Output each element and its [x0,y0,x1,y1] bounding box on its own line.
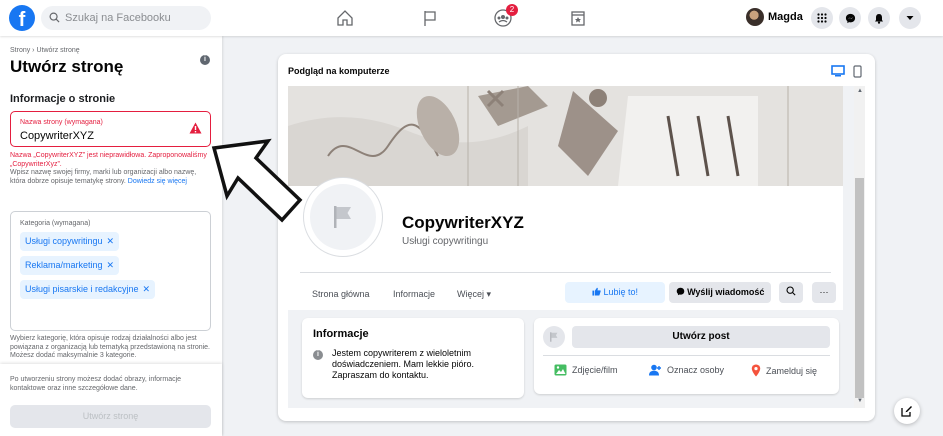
check-in-label: Zamelduj się [766,365,818,376]
top-bar: f 2 Magda [0,0,943,36]
category-chip-label: Reklama/marketing [25,260,103,270]
category-chip: Usługi pisarskie i redakcyjne ✕ [20,280,156,299]
desktop-preview: Podgląd na komputerze CopywriterXYZ Usłu… [278,54,875,421]
about-text: Jestem copywriterem z wieloletnim doświa… [332,348,475,380]
remove-chip-icon[interactable]: ✕ [107,260,115,270]
flag-placeholder-icon [550,332,558,342]
create-page-panel: Strony › Utwórz stronę Utwórz stronę i I… [0,36,222,436]
bell-icon [875,13,883,24]
search-icon [49,12,60,23]
tab-about[interactable]: Informacje [393,289,435,299]
photo-icon [554,364,567,376]
preview-label: Podgląd na komputerze [288,66,390,76]
about-card: Informacje i Jestem copywriterem z wielo… [302,318,524,398]
category-chip: Reklama/marketing ✕ [20,256,120,275]
check-in-button[interactable]: Zamelduj się [751,364,817,377]
category-chip-label: Usługi pisarskie i redakcyjne [25,284,139,294]
name-error-message: Nazwa „CopywriterXYZ” jest nieprawidłowa… [10,152,207,168]
create-page-button[interactable]: Utwórz stronę [10,405,211,428]
bottom-note: Po utworzeniu strony możesz dodać obrazy… [10,376,182,392]
page-name-field[interactable]: Nazwa strony (wymagana) CopywriterXYZ [10,111,211,147]
tag-people-label: Oznacz osoby [667,365,725,375]
scroll-up-icon[interactable]: ▲ [857,88,863,94]
name-help-text: Wpisz nazwę swojej firmy, marki lub orga… [10,169,210,186]
search-icon [786,286,796,296]
like-button[interactable]: Lubię to! [565,282,665,303]
groups-notification-badge: 2 [506,4,518,16]
send-message-label: Wyślij wiadomość [687,287,765,297]
category-label: Kategoria (wymagana) [20,220,91,227]
photo-video-button[interactable]: Zdjęcie/film [554,364,618,376]
category-chip: Usługi copywritingu ✕ [20,232,120,251]
info-icon: i [313,350,323,360]
cover-image [288,86,843,186]
messenger-icon [676,287,684,296]
tag-people-button[interactable]: Oznacz osoby [649,364,724,376]
messenger-button[interactable] [839,7,861,29]
bottom-action-area: Po utworzeniu strony możesz dodać obrazy… [0,364,222,436]
menu-button[interactable] [811,7,833,29]
scroll-down-icon[interactable]: ▼ [857,398,863,404]
scroll-thumb[interactable] [855,178,864,398]
page-title: Utwórz stronę [10,57,124,76]
preview-frame: CopywriterXYZ Usługi copywritingu Strona… [288,86,865,408]
more-options-button[interactable]: ··· [812,282,836,303]
grid-menu-icon [817,13,827,23]
preview-scrollbar[interactable]: ▲ ▼ [854,86,865,408]
caret-down-icon [906,16,914,20]
page-category: Usługi copywritingu [402,236,489,247]
annotation-arrow-icon [211,138,303,223]
avatar [746,8,764,26]
marketplace-icon[interactable] [568,8,588,28]
mobile-icon[interactable] [853,65,862,78]
compose-icon [901,406,912,417]
tab-more[interactable]: Więcej ▾ [457,289,491,300]
page-header-card: CopywriterXYZ Usługi copywritingu Strona… [288,178,843,310]
profile-name: Magda [768,11,803,23]
messenger-icon [845,13,855,23]
remove-chip-icon[interactable]: ✕ [143,284,151,294]
remove-chip-icon[interactable]: ✕ [107,236,115,246]
category-chip-label: Usługi copywritingu [25,236,103,246]
divider [300,272,831,273]
facebook-logo-icon[interactable]: f [9,5,35,31]
flag-placeholder-icon [334,206,351,228]
page-name: CopywriterXYZ [402,213,524,232]
new-message-button[interactable] [894,398,920,424]
desktop-icon[interactable] [831,65,845,77]
divider [543,355,830,356]
search-bar[interactable] [41,6,211,30]
learn-more-link[interactable]: Dowiedz się więcej [128,178,187,185]
search-page-button[interactable] [779,282,803,303]
search-input[interactable] [65,6,205,30]
warning-icon [189,122,202,134]
create-post-button[interactable]: Utwórz post [572,326,830,348]
page-avatar-small [543,326,565,348]
page-scrollbar[interactable] [933,36,943,436]
page-name-label: Nazwa strony (wymagana) [20,119,103,126]
account-dropdown-button[interactable] [899,7,921,29]
category-help-text: Wybierz kategorię, która opisuje rodzaj … [10,335,211,359]
category-field[interactable]: Kategoria (wymagana) Usługi copywritingu… [10,211,211,331]
about-heading: Informacje [313,328,369,340]
location-pin-icon [751,364,761,377]
page-name-input[interactable]: CopywriterXYZ [20,130,94,142]
cover-illustration [288,86,843,186]
notifications-button[interactable] [868,7,890,29]
send-message-button[interactable]: Wyślij wiadomość [669,282,771,303]
pages-flag-icon[interactable] [420,8,440,28]
like-button-label: Lubię to! [603,287,639,297]
thumbs-up-icon [592,287,601,296]
tag-people-icon [649,364,661,376]
home-icon[interactable] [335,8,355,28]
photo-video-label: Zdjęcie/film [572,365,618,375]
breadcrumb[interactable]: Strony › Utwórz stronę [10,47,80,54]
create-post-card: Utwórz post Zdjęcie/film Oznacz osoby Za… [534,318,839,394]
page-profile-picture[interactable] [304,178,382,256]
tab-home[interactable]: Strona główna [312,289,370,299]
section-title: Informacje o stronie [10,93,116,105]
info-icon[interactable]: i [200,55,210,65]
